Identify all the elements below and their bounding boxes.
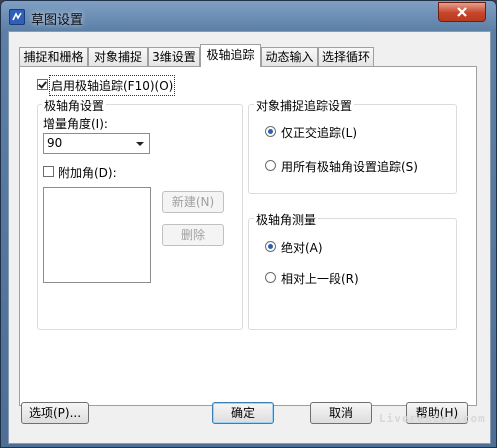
watermark-text: Liverenter.com <box>379 412 486 425</box>
snap-tracking-group <box>248 104 457 194</box>
relative-radio[interactable] <box>265 272 276 283</box>
relative-label[interactable]: 相对上一段(R) <box>281 270 359 287</box>
close-button[interactable] <box>438 2 486 22</box>
new-angle-button[interactable]: 新建(N) <box>162 191 224 213</box>
close-x-icon <box>457 7 467 17</box>
additional-angle-label[interactable]: 附加角(D): <box>58 164 117 181</box>
delete-angle-button[interactable]: 删除 <box>162 224 224 246</box>
all-polar-tracking-radio[interactable] <box>265 160 276 171</box>
tab-polar-tracking[interactable]: 极轴追踪 <box>200 44 261 67</box>
tab-snap-grid[interactable]: 捕捉和栅格 <box>19 47 88 66</box>
tab-strip: 捕捉和栅格 对象捕捉 3维设置 极轴追踪 动态输入 选择循环 <box>19 44 489 67</box>
additional-angle-checkbox[interactable] <box>43 166 54 177</box>
absolute-label[interactable]: 绝对(A) <box>281 239 323 256</box>
dialog-client-area: 捕捉和栅格 对象捕捉 3维设置 极轴追踪 动态输入 选择循环 启用极轴追踪(F1… <box>8 31 491 444</box>
all-polar-tracking-label[interactable]: 用所有极轴角设置追踪(S) <box>281 158 418 175</box>
cancel-button[interactable]: 取消 <box>310 402 372 424</box>
chevron-down-icon <box>136 142 144 146</box>
orthogonal-tracking-label[interactable]: 仅正交追踪(L) <box>281 124 357 141</box>
increment-angle-value: 90 <box>47 136 63 150</box>
polar-angle-settings-title: 极轴角设置 <box>42 97 107 114</box>
title-bar[interactable]: 草图设置 <box>1 1 497 31</box>
enable-polar-label[interactable]: 启用极轴追踪(F10)(O) <box>48 75 176 96</box>
tab-3d-settings[interactable]: 3维设置 <box>148 47 200 66</box>
increment-angle-label: 增量角度(I): <box>43 117 108 131</box>
options-button[interactable]: 选项(P)... <box>21 402 89 424</box>
tab-dynamic-input[interactable]: 动态输入 <box>261 47 318 66</box>
orthogonal-tracking-radio[interactable] <box>265 126 276 137</box>
tab-selection-cycling[interactable]: 选择循环 <box>318 47 374 66</box>
polar-tracking-panel: 启用极轴追踪(F10)(O) 极轴角设置 增量角度(I): 90 附加角(D):… <box>19 66 477 406</box>
angle-measurement-title: 极轴角测量 <box>254 211 319 228</box>
enable-polar-checkbox[interactable] <box>37 79 48 90</box>
absolute-radio[interactable] <box>265 241 276 252</box>
window-title: 草图设置 <box>31 13 84 28</box>
tab-object-snap[interactable]: 对象捕捉 <box>88 47 148 66</box>
additional-angle-list[interactable] <box>43 187 151 283</box>
snap-tracking-title: 对象捕捉追踪设置 <box>254 97 355 114</box>
ok-button[interactable]: 确定 <box>212 402 274 424</box>
increment-angle-select[interactable]: 90 <box>43 133 150 154</box>
dialog-window: 草图设置 捕捉和栅格 对象捕捉 3维设置 极轴追踪 动态输入 选择循环 启用极轴… <box>0 0 497 448</box>
app-logo-icon <box>9 9 25 25</box>
